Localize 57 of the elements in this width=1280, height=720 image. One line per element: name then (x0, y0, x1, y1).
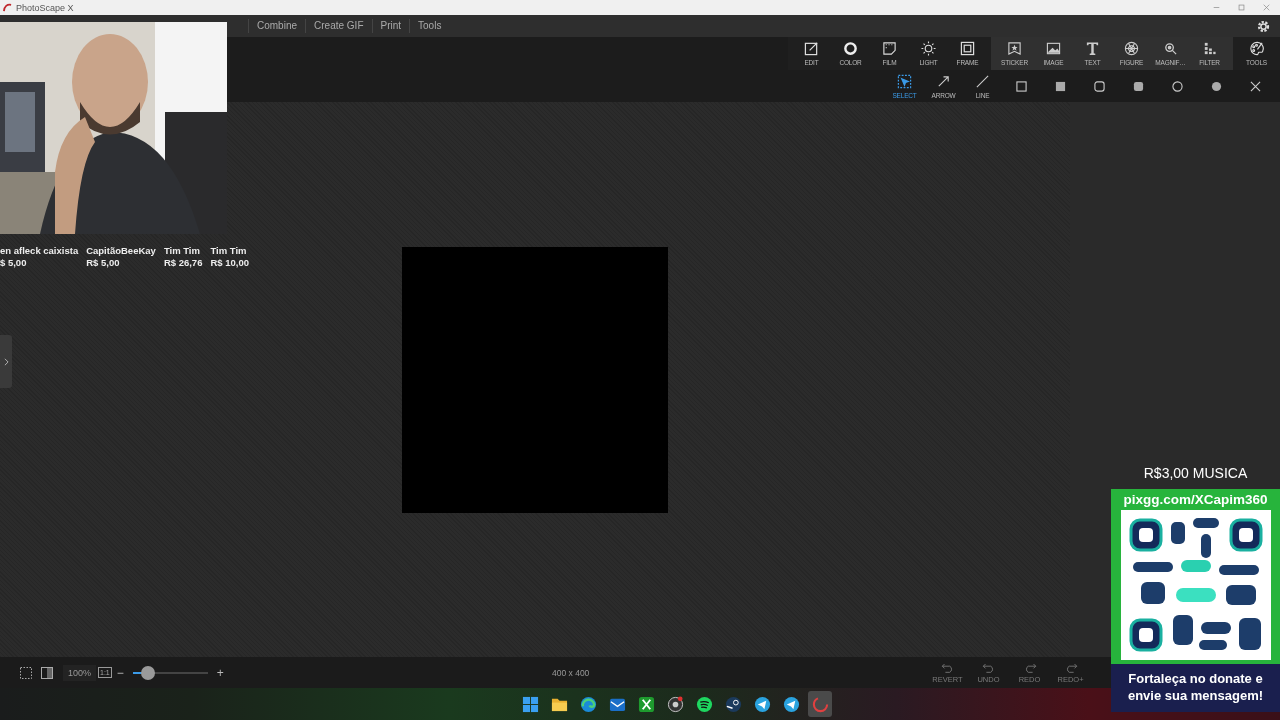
revert-icon (940, 661, 955, 673)
chevron-icon (3, 357, 9, 366)
swirl-icon (579, 695, 597, 713)
donation-amount: R$ 10,00 (210, 257, 249, 269)
letter-icon (1085, 41, 1100, 56)
hexagon-icon (1124, 41, 1139, 56)
panel-toggle-button[interactable] (0, 335, 12, 388)
window-title: PhotoScape X (16, 2, 74, 13)
zoom-in-button[interactable]: + (211, 665, 229, 680)
palette-icon (1249, 41, 1264, 56)
menu-item[interactable]: Combine (248, 19, 306, 33)
undo-icon (981, 661, 996, 673)
dotted-square-icon[interactable] (19, 665, 33, 680)
arrow-icon (936, 73, 951, 89)
donation-message: Fortaleça no donate e envie sua mensagem! (1111, 664, 1280, 712)
image-size: 400 x 400 (552, 667, 590, 678)
slider-thumb[interactable] (140, 665, 155, 680)
close-icon (1250, 80, 1261, 92)
start-icon (521, 695, 539, 713)
selection-icon (897, 73, 912, 89)
magnifier-icon (1163, 41, 1178, 56)
filled-square-icon (1055, 80, 1066, 92)
donation-amount: R$ 26,76 (163, 257, 203, 269)
line-icon (975, 73, 990, 89)
filled-circle-icon (1211, 80, 1222, 92)
square-icon (1016, 80, 1027, 92)
bars-icon (1202, 41, 1217, 56)
donation-amount: R$ 5,00 (86, 257, 121, 269)
donor-name: Tim Tim (163, 245, 201, 257)
sun-icon (921, 41, 936, 56)
menu-item[interactable]: Print (371, 19, 410, 33)
circle-icon (1172, 80, 1183, 92)
paper-plane-icon (782, 695, 800, 713)
image-icon (1046, 41, 1061, 56)
app-logo-icon (3, 3, 12, 12)
frame-icon (960, 41, 975, 56)
settings-icon[interactable] (1256, 18, 1271, 34)
pencil-square-icon (804, 41, 819, 56)
sound-wave-icon (695, 695, 713, 713)
ring-icon (843, 41, 858, 56)
donor-name: CapitãoBeeKay (86, 245, 156, 257)
zoom-value: 100% (63, 664, 97, 681)
menu-item[interactable]: Tools (409, 19, 450, 33)
split-square-icon[interactable] (40, 665, 54, 680)
film-frame-icon (882, 41, 897, 56)
donor-name: Tim Tim (210, 245, 248, 257)
donor-name: en afleck caixista (0, 245, 79, 257)
arc-icon (811, 695, 829, 713)
rounded-square-icon (1094, 80, 1105, 92)
paper-plane-icon (753, 695, 771, 713)
filled-rounded-square-icon (1133, 80, 1144, 92)
menu-item[interactable]: Create GIF (305, 19, 372, 33)
price-line: R$3,00 MUSICA (1142, 464, 1249, 483)
star-badge-icon (1007, 41, 1022, 56)
donation-amount: $ 5,00 (0, 257, 28, 269)
record-icon (666, 695, 684, 713)
zoom-out-button[interactable]: − (111, 665, 129, 680)
